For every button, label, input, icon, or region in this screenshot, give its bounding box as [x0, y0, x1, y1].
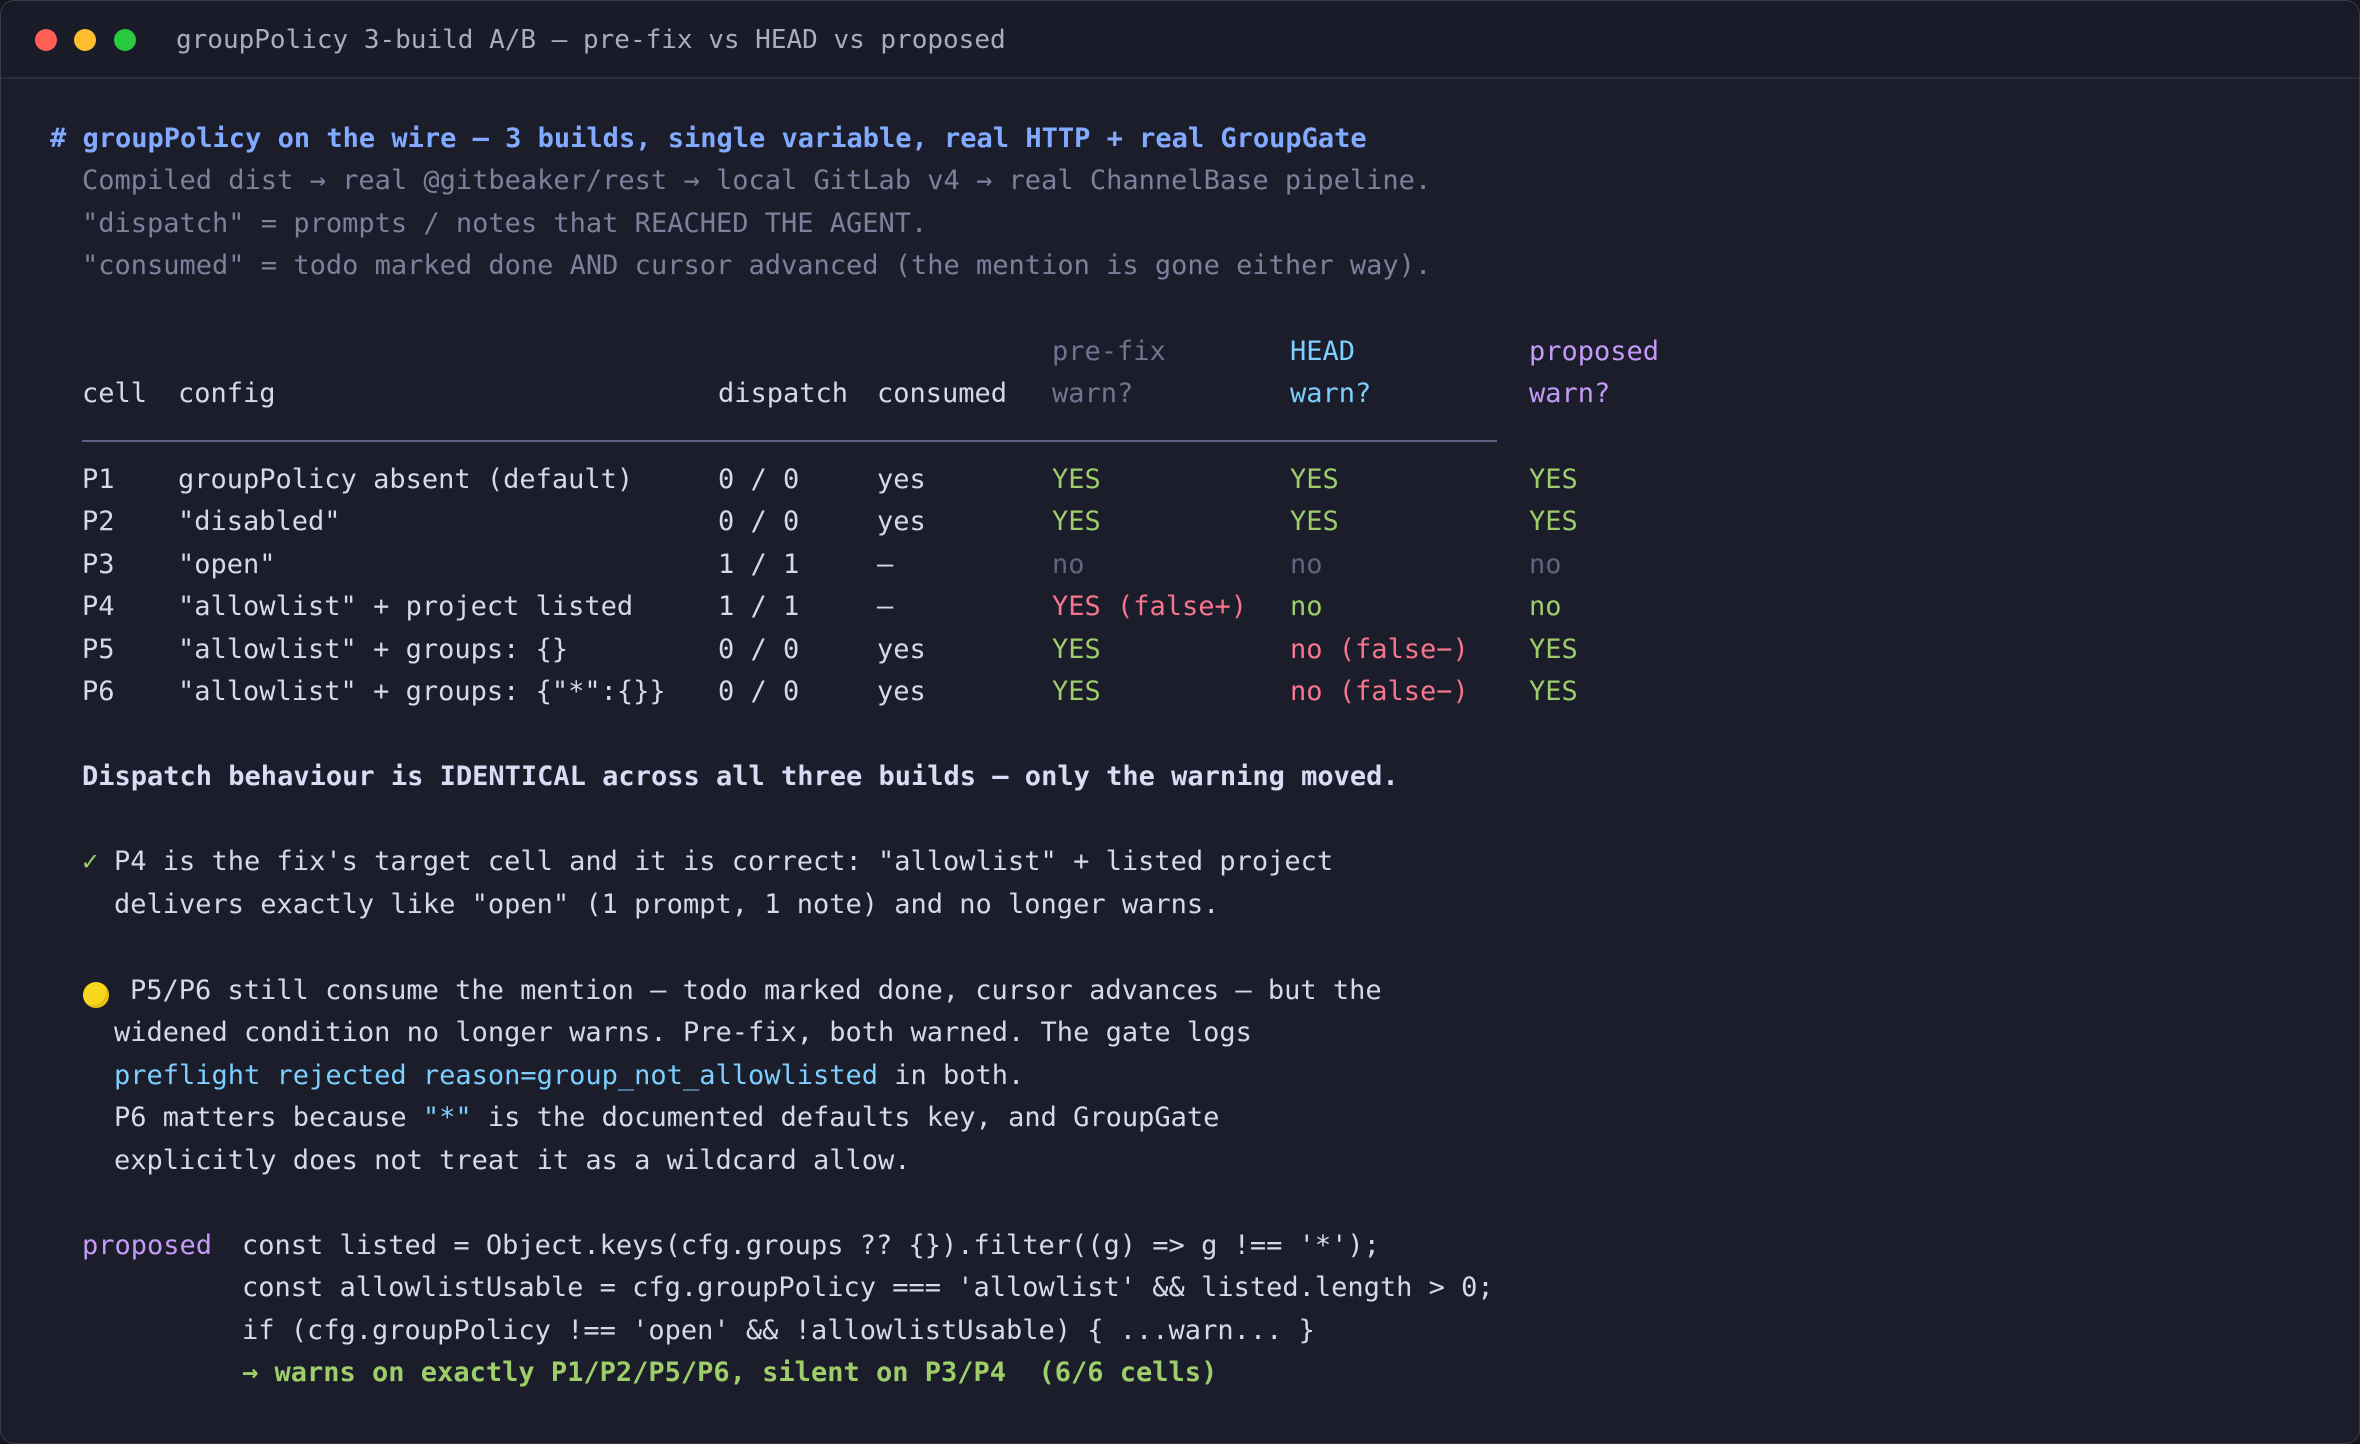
table-divider — [82, 440, 1497, 442]
col-proposed-top: proposed — [1529, 336, 1660, 367]
row-p1-prefix: YES — [1052, 464, 1101, 495]
note-warn-line-1: P5/P6 still consume the mention — todo m… — [130, 975, 1382, 1006]
row-p5-config: "allowlist" + groups: {} — [178, 634, 569, 665]
note-ok-line-1: P4 is the fix's target cell and it is co… — [114, 846, 1334, 877]
row-p3-head: no — [1290, 549, 1323, 580]
col-proposed-bottom: warn? — [1529, 378, 1611, 409]
col-config: config — [178, 378, 276, 409]
note-warn-line-4-b: is the documented defaults key, and Grou… — [471, 1102, 1220, 1133]
summary-line: Dispatch behaviour is IDENTICAL across a… — [82, 761, 1399, 792]
heading: # groupPolicy on the wire — 3 builds, si… — [50, 123, 1367, 154]
row-p6-proposed: YES — [1529, 676, 1578, 707]
col-prefix-bottom: warn? — [1052, 378, 1134, 409]
close-window-button[interactable] — [35, 29, 57, 51]
row-p3-consumed: — — [877, 549, 894, 580]
note-warn-line-3: preflight rejected reason=group_not_allo… — [114, 1058, 1024, 1094]
intro-line-3: "consumed" = todo marked done AND cursor… — [82, 250, 1432, 281]
row-p5-proposed: YES — [1529, 634, 1578, 665]
row-p5-prefix: YES — [1052, 634, 1101, 665]
row-p1-dispatch: 0 / 0 — [718, 464, 800, 495]
row-p3-cell: P3 — [82, 549, 115, 580]
row-p2-dispatch: 0 / 0 — [718, 506, 800, 537]
row-p2-config: "disabled" — [178, 506, 341, 537]
row-p5-cell: P5 — [82, 634, 115, 665]
row-p6-dispatch: 0 / 0 — [718, 676, 800, 707]
title-bar: groupPolicy 3-build A/B — pre-fix vs HEA… — [1, 1, 2359, 79]
row-p6-consumed: yes — [877, 676, 926, 707]
row-p3-dispatch: 1 / 1 — [718, 549, 800, 580]
row-p4-consumed: — — [877, 591, 894, 622]
proposed-code-line-3: if (cfg.groupPolicy !== 'open' && !allow… — [242, 1315, 1315, 1346]
row-p6-head: no (false−) — [1290, 676, 1469, 707]
note-warn-line-5: explicitly does not treat it as a wildca… — [114, 1145, 911, 1176]
row-p2-proposed: YES — [1529, 506, 1578, 537]
terminal-output: # groupPolicy on the wire — 3 builds, si… — [1, 79, 2359, 1443]
warning-circle-icon — [83, 982, 109, 1008]
row-p2-cell: P2 — [82, 506, 115, 537]
row-p3-prefix: no — [1052, 549, 1085, 580]
col-head-top: HEAD — [1290, 336, 1356, 367]
col-consumed: consumed — [877, 378, 1008, 409]
row-p1-cell: P1 — [82, 464, 115, 495]
row-p1-head: YES — [1290, 464, 1339, 495]
proposed-code-line-2: const allowlistUsable = cfg.groupPolicy … — [242, 1272, 1494, 1303]
row-p4-head: no — [1290, 591, 1323, 622]
zoom-window-button[interactable] — [114, 29, 136, 51]
row-p5-head: no (false−) — [1290, 634, 1469, 665]
col-head-bottom: warn? — [1290, 378, 1372, 409]
col-prefix-top: pre-fix — [1052, 336, 1166, 367]
intro-line-2: "dispatch" = prompts / notes that REACHE… — [82, 208, 928, 239]
intro-line-1: Compiled dist → real @gitbeaker/rest → l… — [82, 165, 1432, 196]
row-p1-config: groupPolicy absent (default) — [178, 464, 634, 495]
note-warn-line-4-a: P6 matters because — [114, 1102, 423, 1133]
row-p6-cell: P6 — [82, 676, 115, 707]
proposed-result: → warns on exactly P1/P2/P5/P6, silent o… — [242, 1357, 1218, 1388]
row-p2-head: YES — [1290, 506, 1339, 537]
check-icon: ✓ — [82, 846, 99, 877]
row-p4-cell: P4 — [82, 591, 115, 622]
log-snippet: preflight rejected reason=group_not_allo… — [114, 1060, 879, 1091]
col-cell: cell — [82, 378, 148, 409]
note-ok-line-2: delivers exactly like "open" (1 prompt, … — [114, 889, 1220, 920]
terminal-window: groupPolicy 3-build A/B — pre-fix vs HEA… — [0, 0, 2360, 1444]
col-dispatch: dispatch — [718, 378, 849, 409]
row-p1-consumed: yes — [877, 464, 926, 495]
defaults-key-snippet: "*" — [422, 1102, 472, 1133]
proposed-code-line-1: const listed = Object.keys(cfg.groups ??… — [242, 1230, 1380, 1261]
row-p4-config: "allowlist" + project listed — [178, 591, 634, 622]
log-snippet-suffix: in both. — [878, 1060, 1025, 1091]
note-warn-line-4: P6 matters because "*" is the documented… — [114, 1100, 1219, 1136]
row-p4-proposed: no — [1529, 591, 1562, 622]
window-title: groupPolicy 3-build A/B — pre-fix vs HEA… — [176, 25, 1006, 55]
row-p5-dispatch: 0 / 0 — [718, 634, 800, 665]
row-p4-dispatch: 1 / 1 — [718, 591, 800, 622]
row-p6-config: "allowlist" + groups: {"*":{}} — [178, 676, 666, 707]
row-p1-proposed: YES — [1529, 464, 1578, 495]
row-p3-proposed: no — [1529, 549, 1562, 580]
minimize-window-button[interactable] — [74, 29, 96, 51]
row-p3-config: "open" — [178, 549, 276, 580]
row-p6-prefix: YES — [1052, 676, 1101, 707]
row-p2-consumed: yes — [877, 506, 926, 537]
proposed-label: proposed — [82, 1230, 213, 1261]
note-warn-line-2: widened condition no longer warns. Pre-f… — [114, 1017, 1252, 1048]
row-p4-prefix: YES (false+) — [1052, 591, 1248, 622]
row-p5-consumed: yes — [877, 634, 926, 665]
row-p2-prefix: YES — [1052, 506, 1101, 537]
